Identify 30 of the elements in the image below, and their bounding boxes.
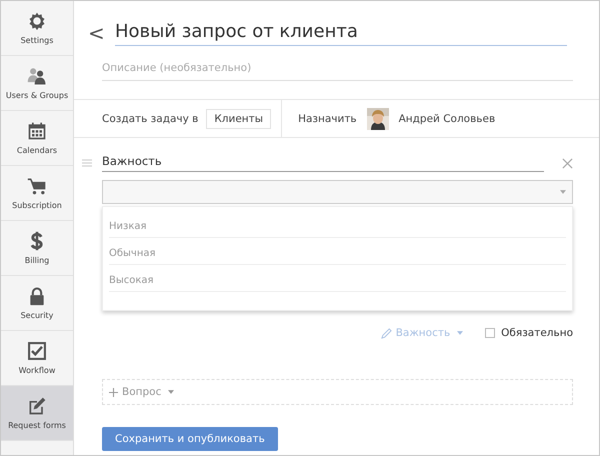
required-checkbox[interactable] <box>485 328 496 338</box>
plus-icon <box>109 388 118 396</box>
sidebar-item[interactable]: Users & Groups <box>1 56 73 111</box>
create-task-label: Создать задачу в <box>102 112 198 124</box>
form-title[interactable]: Новый запрос от клиента <box>115 19 567 46</box>
question-label-field[interactable]: Важность <box>102 154 544 172</box>
close-icon[interactable] <box>562 158 573 168</box>
drag-handle-icon[interactable] <box>82 159 92 167</box>
sidebar-item[interactable]: Calendars <box>1 111 73 166</box>
cart-icon <box>27 176 47 196</box>
assignee-name: Андрей Соловьев <box>398 112 496 124</box>
caret-icon <box>168 390 174 394</box>
sidebar-item[interactable]: Settings <box>1 1 73 56</box>
calendar-icon <box>27 121 47 141</box>
settings-icon <box>27 11 47 31</box>
caret-icon <box>457 331 464 335</box>
sidebar-item[interactable]: Security <box>1 276 73 331</box>
assign-label: Назначить <box>298 112 357 124</box>
dropdown-field[interactable] <box>102 180 573 204</box>
back-button[interactable]: < <box>88 20 116 44</box>
checkbox-icon <box>27 341 47 361</box>
project-button[interactable]: Клиенты <box>206 108 272 128</box>
required-label: Обязательно <box>501 327 573 339</box>
pencil-icon <box>380 328 392 338</box>
caret-icon <box>560 190 566 194</box>
sidebar-item[interactable]: Request forms <box>1 386 73 441</box>
sidebar-item[interactable]: Subscription <box>1 166 73 221</box>
users-icon <box>27 66 47 86</box>
edit-icon <box>27 396 47 416</box>
sidebar-item[interactable]: Billing <box>1 221 73 276</box>
